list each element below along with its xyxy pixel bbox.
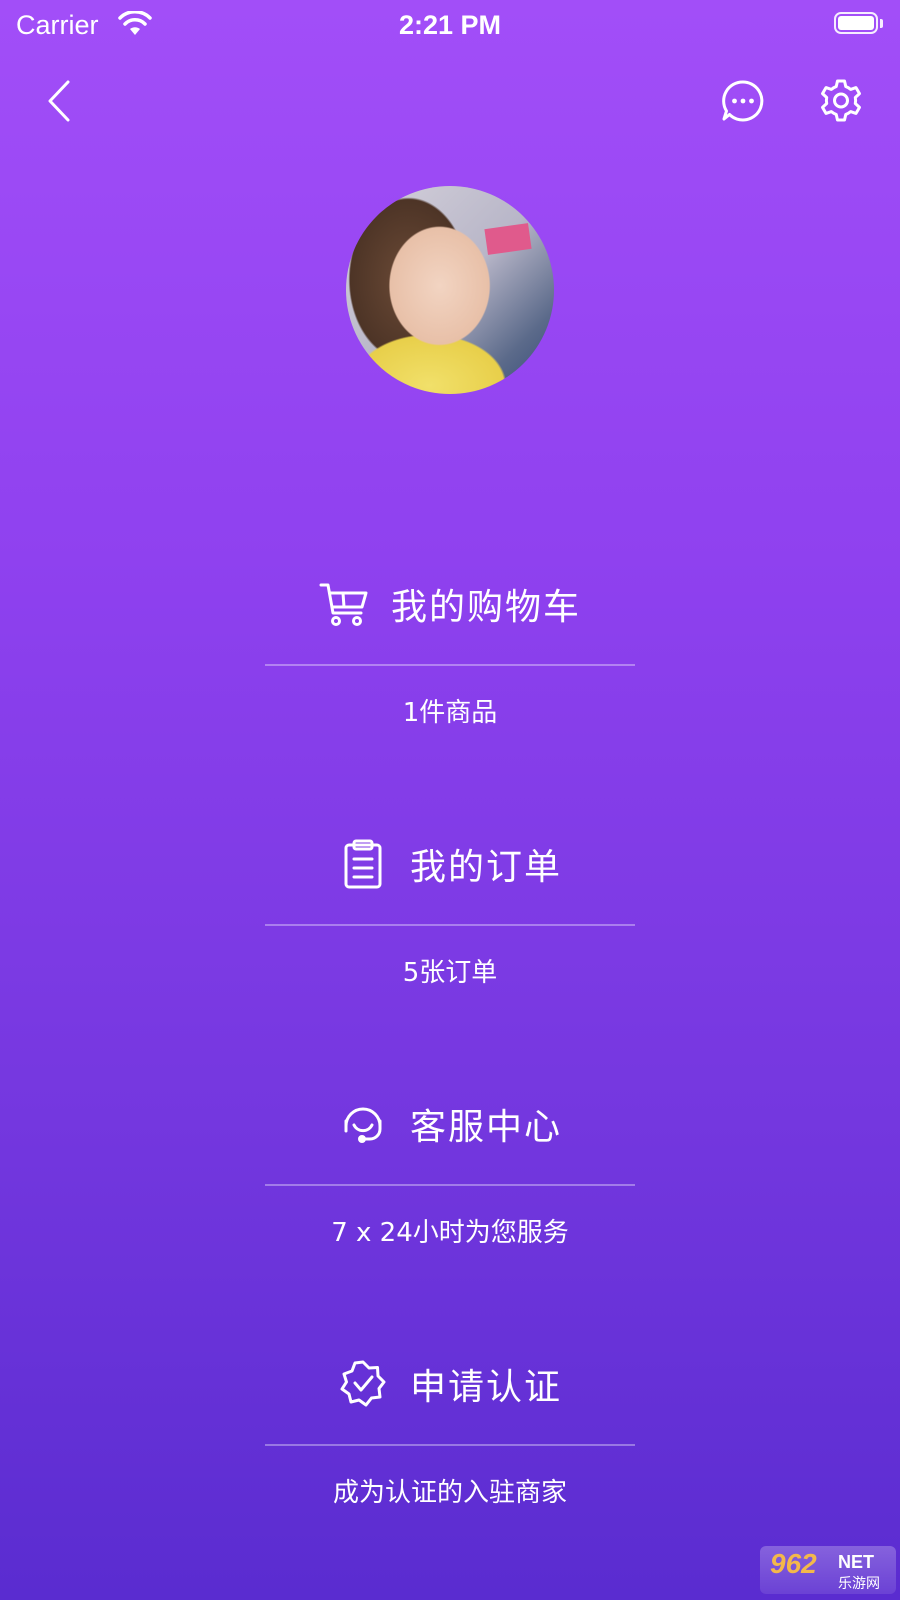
verified-badge-icon	[338, 1359, 388, 1409]
headset-icon	[338, 1099, 388, 1149]
settings-button[interactable]	[818, 78, 864, 124]
watermark-number: 962	[770, 1548, 817, 1579]
divider	[265, 924, 635, 926]
menu-item-cart[interactable]: 我的购物车	[0, 574, 900, 634]
menu-title: 我的购物车	[390, 587, 581, 628]
divider	[265, 664, 635, 666]
menu-subtitle: 7 x 24小时为您服务	[331, 1218, 569, 1248]
menu-subtitle: 1件商品	[402, 698, 498, 728]
menu-subtitle: 成为认证的入驻商家	[332, 1478, 567, 1508]
menu-title: 申请认证	[409, 1367, 562, 1408]
divider	[265, 1184, 635, 1186]
back-button[interactable]	[40, 76, 80, 126]
gear-icon	[821, 79, 861, 122]
menu-title: 我的订单	[409, 847, 562, 888]
clipboard-icon	[338, 839, 388, 889]
watermark-site: 乐游网	[838, 1576, 880, 1592]
menu-subtitle: 5张订单	[402, 958, 498, 988]
chat-bubble-icon	[722, 80, 764, 122]
divider	[265, 1444, 635, 1446]
menu-item-orders[interactable]: 我的订单	[0, 834, 900, 894]
menu-item-verification[interactable]: 申请认证	[0, 1354, 900, 1414]
site-watermark: 962 NET 乐游网	[760, 1546, 896, 1594]
avatar[interactable]	[346, 186, 554, 394]
menu-title: 客服中心	[409, 1107, 562, 1148]
menu-item-customer-service[interactable]: 客服中心	[0, 1094, 900, 1154]
status-bar: Carrier 2:21 PM	[0, 0, 900, 48]
watermark-suffix: NET	[838, 1552, 874, 1572]
message-button[interactable]	[720, 78, 766, 124]
battery-icon	[834, 12, 884, 36]
cart-icon	[319, 579, 369, 629]
status-time: 2:21 PM	[398, 10, 502, 40]
